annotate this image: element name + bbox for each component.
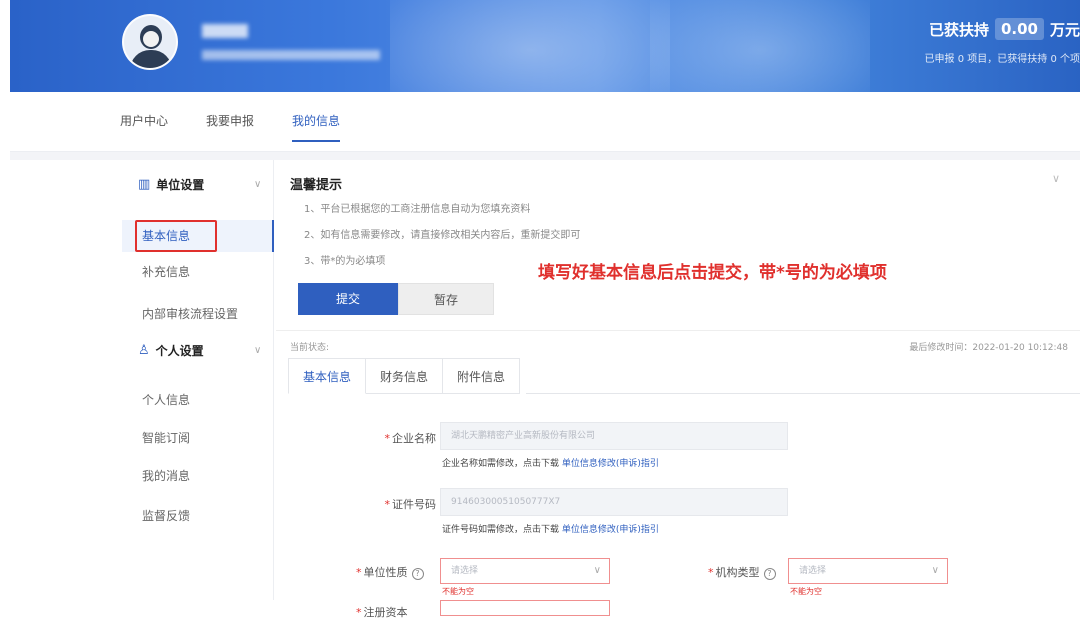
tab-basic-info[interactable]: 基本信息 (288, 358, 367, 394)
tip-item: 2、如有信息需要修改，请直接修改相关内容后，重新提交即可 (304, 230, 581, 241)
last-modified: 最后修改时间：2022-01-20 10:12:48 (909, 343, 1068, 353)
sidebar-item-basic-info[interactable]: 基本信息 (122, 220, 274, 252)
sidebar-item-review-process[interactable]: 内部审核流程设置 (122, 298, 274, 330)
sidebar-group-personal-settings[interactable]: ♙ 个人设置 ∨ (138, 342, 261, 359)
support-amount: 0.00 (994, 18, 1044, 40)
banner-decoration (390, 0, 670, 92)
certificate-label: * 证件号码 (384, 498, 437, 511)
avatar[interactable] (122, 14, 178, 70)
sidebar-item-personal-info[interactable]: 个人信息 (122, 384, 274, 416)
sidebar-item-smart-subscribe[interactable]: 智能订阅 (122, 422, 274, 454)
sidebar-item-my-messages[interactable]: 我的消息 (122, 460, 274, 492)
submit-button[interactable]: 提交 (298, 283, 398, 315)
tab-user-center[interactable]: 用户中心 (120, 112, 168, 129)
certificate-hint: 证件号码如需修改，点击下载 单位信息修改(申诉)指引 (442, 525, 659, 535)
blurred-user-name (202, 24, 248, 38)
tip-item: 1、平台已根据您的工商注册信息自动为您填充资料 (304, 204, 531, 215)
support-unit: 万元 (1049, 20, 1080, 39)
tab-financial-info[interactable]: 财务信息 (366, 358, 444, 394)
company-name-hint: 企业名称如需修改，点击下载 单位信息修改(申诉)指引 (442, 459, 659, 469)
top-nav: 用户中心 我要申报 我的信息 (10, 92, 1080, 152)
sidebar-group-label: 单位设置 (156, 178, 205, 192)
help-icon[interactable]: ? (763, 568, 776, 580)
status-label: 当前状态: (290, 343, 330, 353)
tab-apply[interactable]: 我要申报 (206, 112, 254, 129)
chevron-down-icon[interactable]: ∨ (1052, 172, 1060, 185)
unit-nature-select[interactable]: 请选择 ∨ (440, 558, 610, 584)
org-type-label: * 机构类型? (708, 564, 776, 580)
chevron-down-icon: ∨ (593, 565, 601, 576)
sub-tabs: 基本信息 财务信息 附件信息 (288, 358, 521, 394)
guide-link[interactable]: 单位信息修改(申诉)指引 (562, 525, 659, 535)
company-name-field[interactable]: 湖北天鹏精密产业高新股份有限公司 (440, 422, 788, 450)
tips-title: 温馨提示 (290, 178, 343, 193)
divider (276, 330, 1080, 331)
main-content: 温馨提示 ∨ 1、平台已根据您的工商注册信息自动为您填充资料 2、如有信息需要修… (276, 160, 1080, 630)
tab-attachments[interactable]: 附件信息 (443, 358, 521, 394)
support-detail: 已申报 0 项目，已获得扶持 0 个项 (924, 54, 1080, 65)
next-field-label: * 注册资本 (356, 606, 408, 619)
tip-item: 3、带*的为必填项 (304, 256, 386, 267)
avatar-body (130, 50, 172, 68)
chevron-down-icon: ∨ (254, 345, 262, 356)
sidebar-item-feedback[interactable]: 监督反馈 (122, 500, 274, 532)
annotation-text: 填写好基本信息后点击提交，带*号的为必填项 (538, 263, 887, 283)
support-summary: 已获扶持 0.00 万元 (929, 18, 1080, 40)
sidebar: ▥ 单位设置 ∨ 基本信息 补充信息 内部审核流程设置 ♙ 个人设置 ∨ 个人信… (122, 160, 274, 600)
unit-nature-label: * 单位性质? (356, 564, 424, 580)
tab-my-info[interactable]: 我的信息 (292, 112, 341, 142)
unit-nature-error: 不能为空 (442, 587, 474, 596)
building-icon: ▥ (138, 177, 151, 192)
save-draft-button[interactable]: 暂存 (398, 283, 494, 315)
sidebar-group-label: 个人设置 (155, 344, 204, 358)
avatar-face (143, 31, 159, 47)
next-field-input[interactable] (440, 600, 610, 616)
company-name-label: * 企业名称 (384, 432, 437, 445)
section-gap (10, 152, 1080, 160)
org-type-error: 不能为空 (790, 587, 822, 596)
help-icon[interactable]: ? (411, 568, 424, 580)
sidebar-group-unit-settings[interactable]: ▥ 单位设置 ∨ (138, 176, 261, 193)
sidebar-item-supplementary-info[interactable]: 补充信息 (122, 256, 274, 288)
support-label: 已获扶持 (928, 20, 989, 39)
guide-link[interactable]: 单位信息修改(申诉)指引 (562, 459, 659, 469)
blurred-user-company (202, 50, 380, 60)
banner-decoration (650, 0, 870, 92)
chevron-down-icon: ∨ (254, 179, 262, 190)
user-icon: ♙ (138, 343, 150, 358)
certificate-number-field[interactable]: 91460300051050777X7 (440, 488, 788, 516)
org-type-select[interactable]: 请选择 ∨ (788, 558, 948, 584)
chevron-down-icon: ∨ (931, 565, 939, 576)
divider (526, 393, 1080, 394)
profile-banner: 已获扶持 0.00 万元 已申报 0 项目，已获得扶持 0 个项 (10, 0, 1080, 92)
